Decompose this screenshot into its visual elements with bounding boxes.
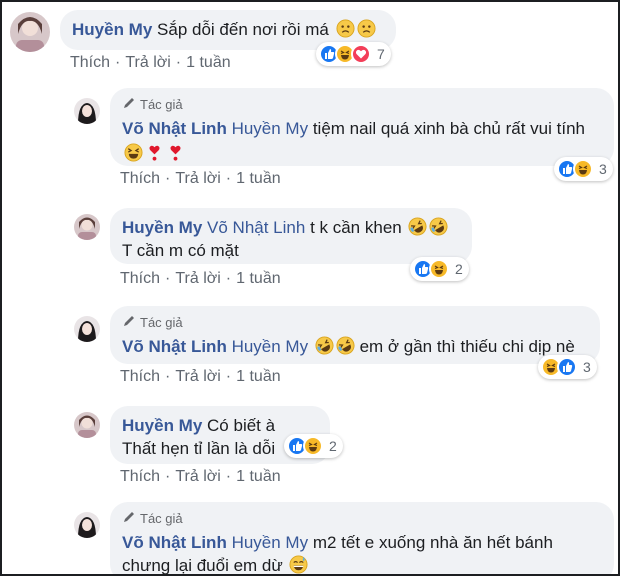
comment-author[interactable]: Võ Nhật Linh — [122, 119, 227, 138]
rofl-icon — [406, 217, 427, 237]
comment-bubble: Huyền My Võ Nhật Linh t k cần khen T cần… — [110, 208, 472, 264]
comment-text: t k cần khen — [310, 218, 402, 237]
comment-text: Có biết à — [207, 416, 276, 435]
rofl-icon — [427, 217, 448, 237]
comment-bubble: Tác giả Võ Nhật Linh Huyền My m2 tết e x… — [110, 502, 614, 575]
comment-bubble: Tác giả Võ Nhật Linh Huyền My em ở gần t… — [110, 306, 600, 364]
reaction-count: 2 — [455, 261, 463, 277]
comment-actions: Thích · Trả lời · 1 tuần — [120, 468, 281, 485]
pen-icon — [122, 510, 136, 528]
avatar[interactable] — [10, 12, 50, 52]
reply-link[interactable]: Trả lời — [175, 170, 220, 187]
frowning-face-icon — [355, 19, 376, 39]
haha-icon — [573, 159, 593, 179]
mention-link[interactable]: Võ Nhật Linh — [207, 218, 305, 237]
reaction-summary[interactable]: 3 — [554, 157, 613, 181]
like-icon — [557, 357, 577, 377]
reaction-count: 7 — [377, 46, 385, 62]
red-heart-exclamation-icon — [164, 144, 185, 163]
reaction-count: 3 — [599, 161, 607, 177]
reaction-summary[interactable]: 2 — [410, 257, 469, 281]
frowning-face-icon — [334, 19, 355, 39]
avatar[interactable] — [74, 412, 100, 438]
haha-icon — [429, 259, 449, 279]
timestamp[interactable]: 1 tuần — [236, 170, 280, 187]
reaction-summary[interactable]: 3 — [538, 355, 597, 379]
reaction-count: 2 — [329, 438, 337, 454]
comment-text: em ở gần thì thiếu chi dịp nè — [359, 337, 575, 356]
avatar[interactable] — [74, 98, 100, 124]
author-badge-label: Tác giả — [140, 315, 183, 330]
mention-link[interactable]: Huyền My — [232, 533, 309, 552]
reply-link[interactable]: Trả lời — [175, 270, 220, 287]
author-badge-label: Tác giả — [140, 97, 183, 112]
haha-icon — [303, 436, 323, 456]
mention-link[interactable]: Huyền My — [232, 337, 309, 356]
author-badge-label: Tác giả — [140, 511, 183, 526]
timestamp[interactable]: 1 tuần — [236, 270, 280, 287]
pen-icon — [122, 96, 136, 114]
reaction-count: 3 — [583, 359, 591, 375]
rofl-icon — [334, 336, 355, 356]
like-link[interactable]: Thích — [70, 54, 110, 71]
comment-actions: Thích · Trả lời · 1 tuần — [120, 170, 281, 187]
comment-author[interactable]: Huyền My — [72, 20, 152, 39]
comment-bubble: Tác giả Võ Nhật Linh Huyền My tiệm nail … — [110, 88, 614, 166]
comment-text: m2 tết e xuống nhà ăn hết bánh — [312, 533, 553, 552]
reaction-summary[interactable]: 7 — [316, 42, 391, 66]
like-link[interactable]: Thích — [120, 270, 160, 287]
comment-author[interactable]: Huyền My — [122, 218, 202, 237]
red-heart-exclamation-icon — [143, 144, 164, 163]
pen-icon — [122, 314, 136, 332]
comment-author[interactable]: Võ Nhật Linh — [122, 533, 227, 552]
avatar[interactable] — [74, 512, 100, 538]
comment-text: Sắp dỗi đến nơi rồi má — [157, 20, 329, 39]
love-icon — [351, 44, 371, 64]
grinning-sweat-icon — [287, 555, 309, 574]
comment-author[interactable]: Võ Nhật Linh — [122, 337, 227, 356]
comment-actions: Thích · Trả lời · 1 tuần — [120, 270, 281, 287]
comment-text-line2: chưng lại đuổi em dừ — [122, 556, 283, 575]
reply-link[interactable]: Trả lời — [175, 368, 220, 385]
comment-actions: Thích · Trả lời · 1 tuần — [120, 368, 281, 385]
author-badge: Tác giả — [122, 510, 602, 528]
like-link[interactable]: Thích — [120, 368, 160, 385]
comment-text: tiệm nail quá xinh bà chủ rất vui tính — [312, 119, 585, 138]
rofl-icon — [313, 336, 334, 356]
reply-link[interactable]: Trả lời — [175, 468, 220, 485]
like-link[interactable]: Thích — [120, 468, 160, 485]
comment-text-line2: T cần m có mặt — [122, 241, 239, 260]
comment-thread: Huyền My Sắp dỗi đến nơi rồi má 7 Thích ·… — [0, 0, 620, 576]
laughing-squint-icon — [122, 143, 143, 163]
like-link[interactable]: Thích — [120, 170, 160, 187]
avatar[interactable] — [74, 214, 100, 240]
timestamp[interactable]: 1 tuần — [236, 468, 280, 485]
reply-link[interactable]: Trả lời — [125, 54, 170, 71]
comment-actions: Thích · Trả lời · 1 tuần — [70, 54, 231, 71]
comment-author[interactable]: Huyền My — [122, 416, 202, 435]
avatar[interactable] — [74, 316, 100, 342]
mention-link[interactable]: Huyền My — [232, 119, 309, 138]
author-badge: Tác giả — [122, 314, 588, 332]
author-badge: Tác giả — [122, 96, 602, 114]
timestamp[interactable]: 1 tuần — [186, 54, 230, 71]
reaction-summary[interactable]: 2 — [284, 434, 343, 458]
timestamp[interactable]: 1 tuần — [236, 368, 280, 385]
